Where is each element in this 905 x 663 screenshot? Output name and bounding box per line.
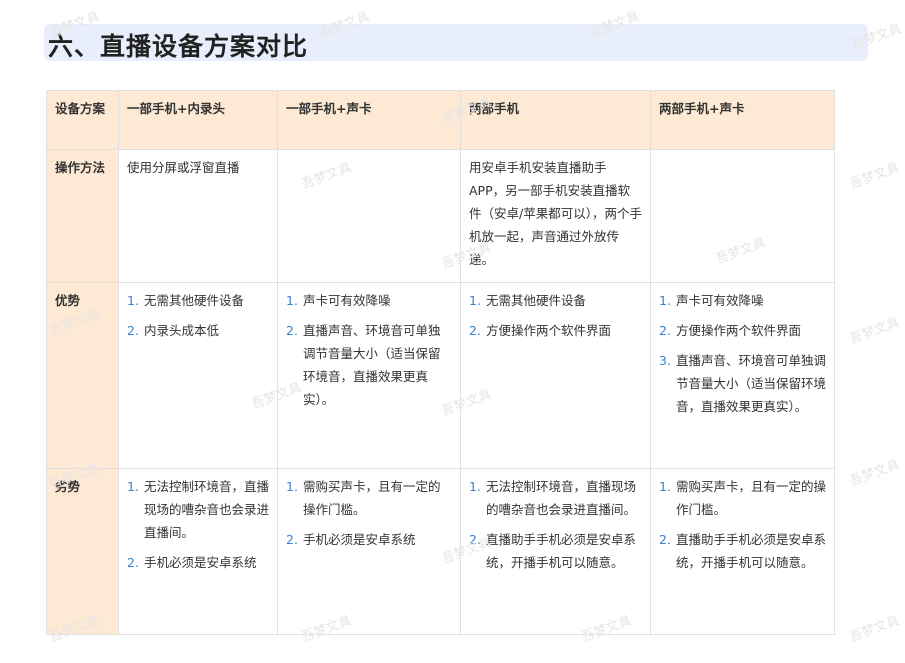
numbered-list: 1. 声卡可有效降噪 2. 直播声音、环境音可单独调节音量大小（适当保留环境音，直播效…: [286, 289, 452, 411]
watermark: 吾梦文具: [847, 160, 902, 193]
numbered-list: 1. 无需其他硬件设备 2. 方便操作两个软件界面: [469, 289, 642, 342]
list-item: 2. 直播助手手机必须是安卓系统，开播手机可以随意。: [469, 528, 642, 574]
table-cell: 1. 无需其他硬件设备 2. 方便操作两个软件界面: [460, 282, 651, 469]
list-item: 2. 手机必须是安卓系统: [286, 528, 452, 551]
list-item: 1. 需购买声卡，且有一定的操作门槛。: [659, 475, 826, 521]
list-item-text: 内录头成本低: [144, 323, 220, 338]
page-title: 六、直播设备方案对比: [48, 32, 309, 61]
numbered-list: 1. 无需其他硬件设备 2. 内录头成本低: [127, 289, 269, 342]
header-cell: 两部手机+声卡: [650, 90, 835, 150]
table-cell: 1. 声卡可有效降噪 2. 直播声音、环境音可单独调节音量大小（适当保留环境音，直播效…: [277, 282, 461, 469]
table-cell: 1. 需购买声卡，且有一定的操作门槛。 2. 直播助手手机必须是安卓系统，开播手机可以…: [650, 468, 835, 635]
list-item: 3. 直播声音、环境音可单独调节音量大小（适当保留环境音，直播效果更真实）。: [659, 349, 826, 418]
watermark: 吾梦文具: [847, 457, 902, 490]
list-number: 2.: [469, 323, 481, 338]
list-item: 1. 无法控制环境音，直播现场的嘈杂音也会录进直播间。: [127, 475, 269, 544]
list-item: 1. 无需其他硬件设备: [127, 289, 269, 312]
title-bar: 六、直播设备方案对比: [44, 24, 868, 61]
list-item-text: 方便操作两个软件界面: [486, 323, 612, 338]
header-cell: 一部手机+声卡: [277, 90, 461, 150]
table-row: 操作方法 使用分屏或浮窗直播 用安卓手机安装直播助手APP，另一部手机安装直播软…: [46, 149, 835, 283]
row-label: 操作方法: [46, 149, 119, 283]
list-item-text: 直播声音、环境音可单独调节音量大小（适当保留环境音，直播效果更真实）。: [303, 323, 441, 407]
numbered-list: 1. 声卡可有效降噪 2. 方便操作两个软件界面 3. 直播声音、环境音可单独调节音量大小…: [659, 289, 826, 418]
list-number: 1.: [469, 293, 481, 308]
list-item: 1. 无法控制环境音，直播现场的嘈杂音也会录进直播间。: [469, 475, 642, 521]
list-item: 1. 声卡可有效降噪: [659, 289, 826, 312]
list-item-text: 无需其他硬件设备: [144, 293, 245, 308]
numbered-list: 1. 无法控制环境音，直播现场的嘈杂音也会录进直播间。 2. 直播助手手机必须是安卓系…: [469, 475, 642, 574]
list-item: 2. 方便操作两个软件界面: [659, 319, 826, 342]
list-number: 2.: [127, 323, 139, 338]
list-number: 1.: [659, 293, 671, 308]
table-cell: 使用分屏或浮窗直播: [118, 149, 278, 283]
table-cell: 1. 无需其他硬件设备 2. 内录头成本低: [118, 282, 278, 469]
list-number: 1.: [659, 479, 671, 494]
list-number: 2.: [659, 532, 671, 547]
header-cell: 设备方案: [46, 90, 119, 150]
list-item-text: 手机必须是安卓系统: [144, 555, 257, 570]
table-header-row: 设备方案 一部手机+内录头 一部手机+声卡 两部手机 两部手机+声卡: [46, 90, 835, 150]
list-item: 1. 声卡可有效降噪: [286, 289, 452, 312]
list-number: 1.: [127, 293, 139, 308]
list-number: 2.: [286, 532, 298, 547]
numbered-list: 1. 需购买声卡，且有一定的操作门槛。 2. 手机必须是安卓系统: [286, 475, 452, 551]
table-cell: 1. 无法控制环境音，直播现场的嘈杂音也会录进直播间。 2. 直播助手手机必须是安卓系…: [460, 468, 651, 635]
list-number: 1.: [286, 293, 298, 308]
table-row: 劣势 1. 无法控制环境音，直播现场的嘈杂音也会录进直播间。 2. 手机必须是安卓系统…: [46, 468, 835, 635]
list-item-text: 手机必须是安卓系统: [303, 532, 416, 547]
list-number: 2.: [469, 532, 481, 547]
list-item-text: 无法控制环境音，直播现场的嘈杂音也会录进直播间。: [486, 479, 637, 517]
list-item-text: 直播助手手机必须是安卓系统，开播手机可以随意。: [676, 532, 827, 570]
row-label: 劣势: [46, 468, 119, 635]
row-label: 优势: [46, 282, 119, 469]
header-cell: 一部手机+内录头: [118, 90, 278, 150]
list-item-text: 声卡可有效降噪: [676, 293, 764, 308]
list-item-text: 无法控制环境音，直播现场的嘈杂音也会录进直播间。: [144, 479, 270, 540]
list-item-text: 声卡可有效降噪: [303, 293, 391, 308]
numbered-list: 1. 需购买声卡，且有一定的操作门槛。 2. 直播助手手机必须是安卓系统，开播手机可以…: [659, 475, 826, 574]
list-item-text: 无需其他硬件设备: [486, 293, 587, 308]
list-item-text: 直播助手手机必须是安卓系统，开播手机可以随意。: [486, 532, 637, 570]
list-item-text: 需购买声卡，且有一定的操作门槛。: [676, 479, 827, 517]
numbered-list: 1. 无法控制环境音，直播现场的嘈杂音也会录进直播间。 2. 手机必须是安卓系统: [127, 475, 269, 574]
list-item: 1. 需购买声卡，且有一定的操作门槛。: [286, 475, 452, 521]
list-item: 2. 直播声音、环境音可单独调节音量大小（适当保留环境音，直播效果更真实）。: [286, 319, 452, 411]
list-item-text: 需购买声卡，且有一定的操作门槛。: [303, 479, 441, 517]
list-number: 2.: [127, 555, 139, 570]
list-item: 2. 直播助手手机必须是安卓系统，开播手机可以随意。: [659, 528, 826, 574]
list-number: 1.: [286, 479, 298, 494]
table-cell: 1. 声卡可有效降噪 2. 方便操作两个软件界面 3. 直播声音、环境音可单独调节音量大小…: [650, 282, 835, 469]
table-cell: [650, 149, 835, 283]
list-item: 1. 无需其他硬件设备: [469, 289, 642, 312]
table-cell: 1. 需购买声卡，且有一定的操作门槛。 2. 手机必须是安卓系统: [277, 468, 461, 635]
list-item-text: 直播声音、环境音可单独调节音量大小（适当保留环境音，直播效果更真实）。: [676, 353, 827, 414]
list-number: 1.: [127, 479, 139, 494]
watermark: 吾梦文具: [847, 613, 902, 646]
table-cell: 1. 无法控制环境音，直播现场的嘈杂音也会录进直播间。 2. 手机必须是安卓系统: [118, 468, 278, 635]
table-cell: [277, 149, 461, 283]
list-number: 1.: [469, 479, 481, 494]
watermark: 吾梦文具: [847, 315, 902, 348]
list-number: 2.: [286, 323, 298, 338]
header-cell: 两部手机: [460, 90, 651, 150]
list-number: 2.: [659, 323, 671, 338]
list-item: 2. 方便操作两个软件界面: [469, 319, 642, 342]
list-item-text: 方便操作两个软件界面: [676, 323, 802, 338]
list-number: 3.: [659, 353, 671, 368]
list-item: 2. 手机必须是安卓系统: [127, 551, 269, 574]
table-cell: 用安卓手机安装直播助手APP，另一部手机安装直播软件（安卓/苹果都可以），两个手…: [460, 149, 651, 283]
list-item: 2. 内录头成本低: [127, 319, 269, 342]
table-row: 优势 1. 无需其他硬件设备 2. 内录头成本低 1. 声卡可有效降噪 2. 直播声音、环境…: [46, 282, 835, 469]
comparison-table: 设备方案 一部手机+内录头 一部手机+声卡 两部手机 两部手机+声卡 操作方法 …: [46, 90, 835, 635]
